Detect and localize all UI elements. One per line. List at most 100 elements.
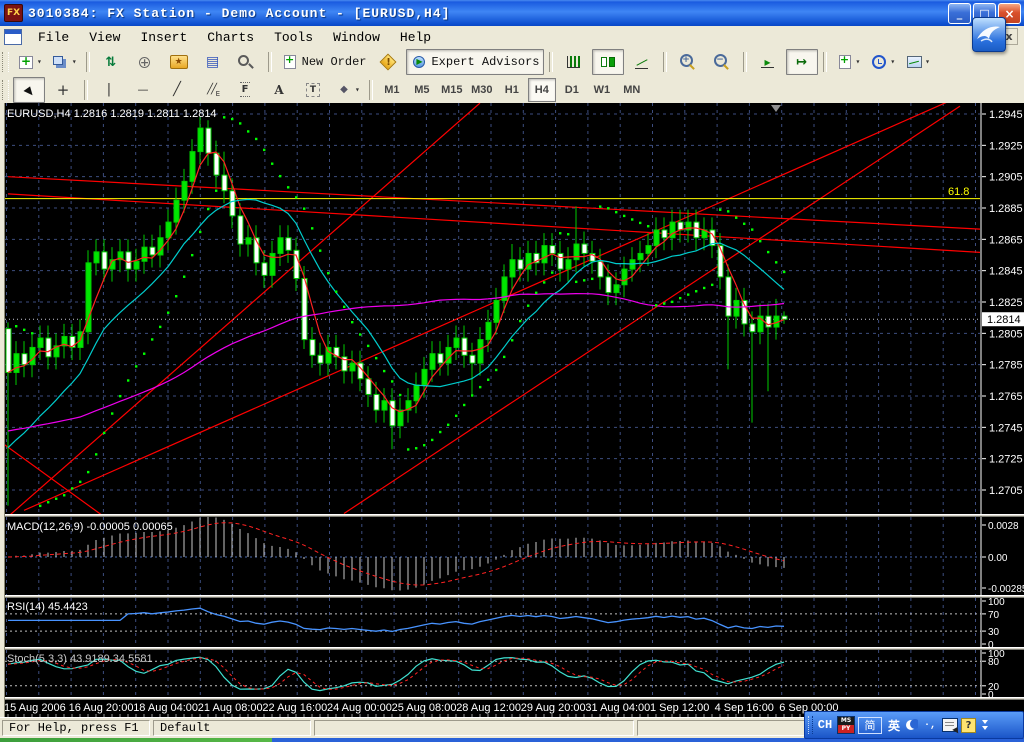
indicators-button[interactable]: ▾ [832, 49, 865, 75]
svg-text:16 Aug 20:00: 16 Aug 20:00 [69, 702, 134, 714]
candlestick-chart-button[interactable] [592, 49, 624, 75]
horizontal-line-button[interactable] [127, 77, 159, 103]
ime-icon[interactable]: MS PY [837, 716, 855, 734]
crosshair-button[interactable] [47, 77, 79, 103]
svg-text:21 Aug 08:00: 21 Aug 08:00 [198, 702, 263, 714]
arrows-button[interactable]: ▾ [331, 77, 364, 103]
timeframe-h1[interactable]: H1 [498, 78, 526, 102]
zoom-out-button[interactable] [706, 49, 738, 75]
status-profile[interactable]: Default [153, 720, 311, 736]
zoom-out-icon [713, 54, 731, 71]
market-watch-button[interactable] [95, 49, 127, 75]
menu-charts[interactable]: Charts [197, 28, 264, 47]
punctuation-toggle[interactable]: ·, [921, 715, 939, 735]
timeframe-m1[interactable]: M1 [378, 78, 406, 102]
svg-text:0: 0 [988, 640, 994, 647]
svg-text:22 Aug 16:00: 22 Aug 16:00 [262, 702, 327, 714]
dropdown-arrow-icon[interactable]: ▾ [37, 57, 42, 67]
toolbar-separator [549, 52, 553, 72]
toolbar-separator [84, 80, 88, 100]
toolbar-separator [743, 52, 747, 72]
bar-chart-button[interactable] [558, 49, 590, 75]
text-label-icon [304, 81, 322, 98]
menu-file[interactable]: File [28, 28, 79, 47]
menu-view[interactable]: View [79, 28, 130, 47]
ime-help-icon[interactable]: ? [961, 718, 976, 733]
status-help-text: For Help, press F1 [2, 720, 150, 736]
line-chart-button[interactable] [626, 49, 658, 75]
templates-button[interactable]: ▾ [901, 49, 934, 75]
menu-insert[interactable]: Insert [130, 28, 197, 47]
toolbar-separator [823, 52, 827, 72]
fullwidth-toggle-icon[interactable] [906, 719, 918, 731]
navigator-button[interactable] [129, 49, 161, 75]
title-bar[interactable]: FX 3010384: FX Station - Demo Account - … [0, 0, 1024, 26]
menu-tools[interactable]: Tools [264, 28, 323, 47]
new-chart-button[interactable]: ▾ [13, 49, 46, 75]
fibonacci-button[interactable] [229, 77, 261, 103]
charset-toggle[interactable]: 简 [858, 717, 882, 734]
language-indicator[interactable]: CH [816, 715, 834, 735]
timeframe-d1[interactable]: D1 [558, 78, 586, 102]
profiles-button[interactable]: ▾ [48, 49, 81, 75]
svg-text:1.2785: 1.2785 [989, 360, 1023, 372]
timeframe-m15[interactable]: M15 [438, 78, 466, 102]
chart-window-icon[interactable] [4, 29, 22, 45]
history-center-button[interactable] [163, 49, 195, 75]
toolbar-grip[interactable] [2, 52, 9, 72]
language-bar-minimize-icon[interactable] [979, 717, 991, 733]
menu-help[interactable]: Help [390, 28, 441, 47]
timeframe-h4[interactable]: H4 [528, 78, 556, 102]
timeframe-mn[interactable]: MN [618, 78, 646, 102]
cursor-button[interactable] [13, 77, 45, 103]
dropdown-arrow-icon[interactable]: ▾ [856, 57, 861, 67]
auto-scroll-button[interactable] [752, 49, 784, 75]
terminal-icon [204, 54, 222, 71]
writing-pad-icon[interactable] [942, 718, 958, 732]
minimize-button[interactable]: _ [948, 3, 971, 24]
periods-button[interactable]: ▾ [866, 49, 899, 75]
timeframe-m5[interactable]: M5 [408, 78, 436, 102]
terminal-button[interactable] [197, 49, 229, 75]
vertical-line-button[interactable] [93, 77, 125, 103]
dropdown-arrow-icon[interactable]: ▾ [355, 85, 360, 95]
floating-app-icon[interactable] [972, 17, 1006, 52]
trendline-button[interactable] [161, 77, 193, 103]
timeframe-m30[interactable]: M30 [468, 78, 496, 102]
fib-level-label: 61.8 [948, 186, 969, 198]
bar-chart-icon [565, 54, 583, 71]
svg-text:24 Aug 00:00: 24 Aug 00:00 [327, 702, 392, 714]
chart-shift-button[interactable] [786, 49, 818, 75]
timeframe-w1[interactable]: W1 [588, 78, 616, 102]
dropdown-arrow-icon[interactable]: ▾ [925, 57, 930, 67]
dropdown-arrow-icon[interactable]: ▾ [72, 57, 77, 67]
zoom-in-button[interactable] [672, 49, 704, 75]
chart-info-line: EURUSD,H4 1.2816 1.2819 1.2811 1.2814 [7, 108, 217, 120]
menu-window[interactable]: Window [323, 28, 390, 47]
language-bar-grip[interactable] [808, 716, 813, 734]
rsi-panel[interactable]: 10070300 RSI(14) 45.4423 [0, 598, 1024, 647]
periods-icon [870, 54, 888, 71]
main-chart[interactable]: 1.29451.29251.29051.28851.28651.28451.28… [0, 103, 1024, 514]
expert-advisors-button[interactable]: Expert Advisors [406, 49, 543, 75]
start-button-edge[interactable] [0, 738, 272, 742]
menu-bar: FileViewInsertChartsToolsWindowHelp x [0, 26, 1024, 49]
new-order-button[interactable]: New Order [277, 49, 371, 75]
toolbar-grip[interactable] [2, 80, 9, 100]
new-order-label: New Order [302, 55, 367, 69]
text-label-button[interactable] [297, 77, 329, 103]
strategy-tester-button[interactable] [231, 49, 263, 75]
fx-station-window: FX 3010384: FX Station - Demo Account - … [0, 0, 1024, 742]
macd-panel[interactable]: 0.00280.00-0.00285 MACD(12,26,9) -0.0000… [0, 517, 1024, 595]
chinese-english-toggle[interactable]: 英 [885, 715, 903, 735]
cursor-icon [20, 81, 38, 98]
market-watch-icon [102, 54, 120, 71]
alert-button[interactable] [372, 49, 404, 75]
channel-button[interactable] [195, 77, 227, 103]
stochastic-panel[interactable]: 10080200 Stoch(5,3,3) 43.9189 34.5581 [0, 650, 1024, 697]
svg-text:1.2705: 1.2705 [989, 485, 1023, 497]
status-panel-empty [314, 720, 634, 736]
svg-text:1.2905: 1.2905 [989, 172, 1023, 184]
dropdown-arrow-icon[interactable]: ▾ [890, 57, 895, 67]
text-button[interactable] [263, 77, 295, 103]
